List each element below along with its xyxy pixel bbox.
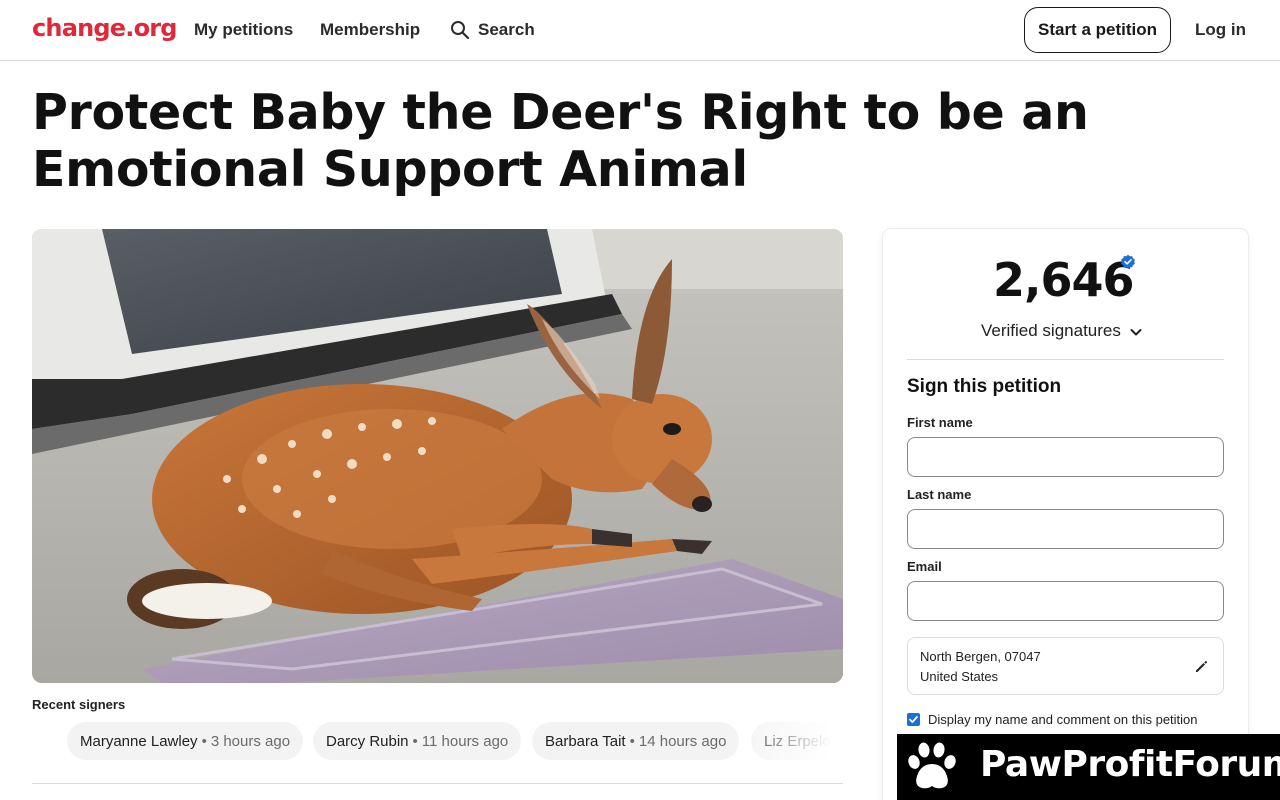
chevron-down-icon [1129,324,1143,338]
nav-membership[interactable]: Membership [320,20,420,40]
signer-chip: Maryanne Lawley • 3 hours ago [67,722,304,760]
first-name-label: First name [907,415,973,430]
start-petition-button[interactable]: Start a petition [1024,7,1171,53]
pawprofitforum-watermark: PawProfitForum [897,734,1280,800]
petition-title: Protect Baby the Deer's Right to be an E… [32,84,1089,198]
signer-time: 3 hours ago [210,732,291,750]
nav-search-label: Search [478,20,535,39]
watermark-text: PawProfitForum [980,744,1280,785]
edit-pencil-icon[interactable] [1193,659,1209,675]
petition-hero-image [32,229,843,683]
signer-time: 11 hours ago [421,732,509,750]
last-name-field[interactable] [907,509,1224,549]
paw-logo-icon [905,740,959,794]
location-box[interactable]: North Bergen, 07047 United States [907,637,1224,695]
search-icon [450,20,470,40]
nav-search[interactable]: Search [450,20,535,40]
signer-name: Darcy Rubin [326,732,409,750]
signers-fade-left [32,722,72,760]
display-name-option[interactable]: Display my name and comment on this peti… [907,712,1198,727]
section-divider [32,783,843,784]
recent-signers-list: o Maryanne Lawley•3 hours ago Darcy Rubi… [32,722,843,760]
location-city-zip: North Bergen, 07047 [920,649,1041,664]
email-label: Email [907,559,942,574]
change-org-logo[interactable]: change.org [32,14,177,42]
signer-chip: Barbara Tait • 14 hours ago [532,722,740,760]
recent-signers-label: Recent signers [32,697,126,712]
signer-name: Maryanne Lawley [80,732,198,750]
signer-chip: Darcy Rubin • 11 hours ago [313,722,522,760]
last-name-label: Last name [907,487,972,502]
verified-signatures-toggle[interactable]: Verified signatures [981,321,1143,341]
sign-petition-heading: Sign this petition [907,376,1062,397]
login-link[interactable]: Log in [1195,20,1246,40]
nav-my-petitions[interactable]: My petitions [194,20,293,40]
signature-count: 2,646 [993,253,1135,307]
verified-badge-icon [1120,254,1136,270]
verified-signatures-label: Verified signatures [981,321,1121,340]
signer-chip: Liz Erpeldi [751,722,843,760]
card-divider [907,359,1224,360]
site-header: change.org My petitions Membership Searc… [0,0,1280,61]
display-name-checkbox-label: Display my name and comment on this peti… [928,712,1198,727]
email-field[interactable] [907,581,1224,621]
signer-time: 14 hours ago [638,732,727,750]
location-country: United States [920,669,999,684]
checkbox-check-icon [909,716,918,723]
display-name-checkbox[interactable] [907,713,920,726]
first-name-field[interactable] [907,437,1224,477]
signer-name: Liz Erpeldi [764,732,835,750]
signer-name: Barbara Tait [545,732,626,750]
